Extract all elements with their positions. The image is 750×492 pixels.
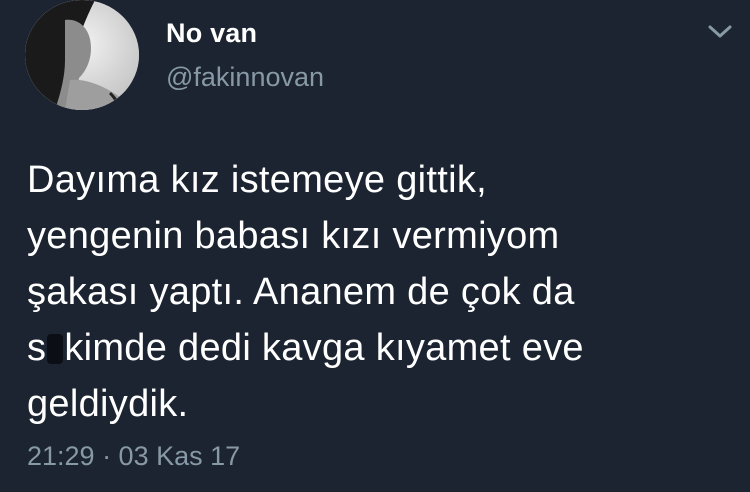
tweet-timestamp[interactable]: 21:29 · 03 Kas 17 (27, 441, 240, 472)
avatar[interactable] (25, 0, 139, 110)
display-name[interactable]: No van (166, 18, 257, 49)
user-handle[interactable]: @fakinnovan (166, 62, 324, 93)
profile-photo (25, 0, 139, 110)
chevron-down-icon[interactable] (706, 22, 734, 42)
tweet-text-line: Dayıma kız istemeye gittik, (27, 159, 487, 201)
tweet-card: No van @fakinnovan Dayıma kız istemeye g… (0, 0, 750, 492)
tweet-text-line: yengenin babası kızı vermiyom (27, 215, 560, 257)
tweet-text-line: şakası yaptı. Ananem de çok da (27, 271, 575, 313)
tweet-text-fragment: s (27, 327, 47, 369)
tweet-text-line: s kimde dedi kavga kıyamet eve (27, 320, 717, 376)
tweet-text-fragment: kimde dedi kavga kıyamet eve (64, 327, 584, 369)
tweet-text: Dayıma kız istemeye gittik, yengenin bab… (27, 152, 717, 432)
tweet-text-line: geldiydik. (27, 383, 189, 425)
censor-mark (47, 334, 64, 364)
